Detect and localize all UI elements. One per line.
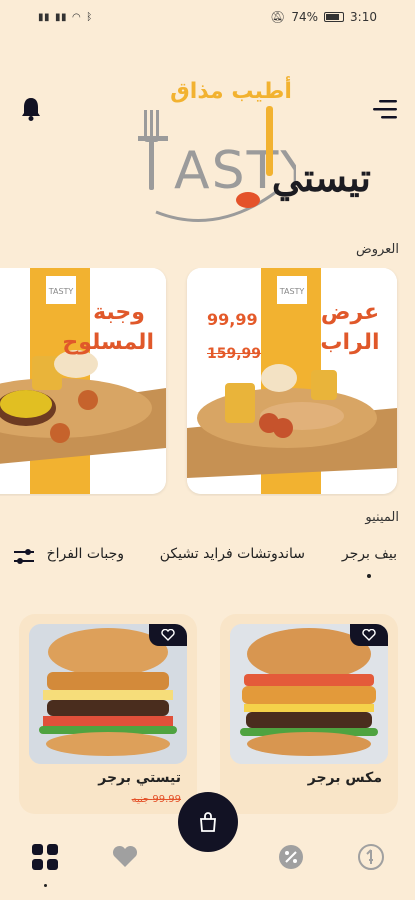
menu-icon[interactable] (373, 98, 399, 120)
favorite-button[interactable] (149, 624, 187, 646)
signal-icon: ▮▮ (38, 11, 51, 23)
product-name: مكس برجر (307, 770, 382, 786)
product-price: 99.99 جنيه (131, 794, 181, 805)
nav-currency[interactable] (356, 842, 386, 872)
offers-section-label: العروض (355, 242, 399, 257)
offer-price: 99,99 (207, 310, 258, 329)
tab-chicken-meals[interactable]: وجبات الفراخ (47, 546, 124, 562)
offer-name: وجبة المسلوح (62, 300, 154, 355)
offer-card[interactable]: TASTY 99 59 وجبة المسلوح (0, 268, 166, 494)
offer-card[interactable]: TASTY 99,99 159,99 عرض الراب (187, 268, 397, 494)
clock: 3:10 (350, 10, 377, 24)
signal-icon-2: ▮▮ (55, 11, 68, 23)
bell-icon[interactable] (19, 96, 43, 122)
nav-offers[interactable] (276, 842, 306, 872)
bottom-nav (0, 792, 415, 900)
svg-text:TASTY: TASTY (48, 287, 74, 296)
menu-section-label: المينيو (365, 510, 399, 525)
category-tabs: بيف برجر ساندوتشات فرايد تشيكن وجبات الف… (0, 540, 415, 580)
bluetooth-icon: ᛒ (86, 11, 93, 23)
cart-button[interactable] (178, 792, 238, 852)
home-grid-icon (32, 844, 58, 870)
battery-icon (324, 12, 345, 22)
mute-icon: 🔕︎ (270, 10, 286, 24)
product-card[interactable]: تيستي برجر 99.99 جنيه (19, 614, 197, 814)
status-bar: ▮▮ ▮▮ ◠ ᛒ 🔕︎ 74% 3:10 (0, 0, 415, 34)
svg-text:أطيب مذاق: أطيب مذاق (170, 75, 292, 104)
discount-icon (279, 845, 303, 869)
product-card[interactable]: مكس برجر (220, 614, 398, 814)
nav-home[interactable] (30, 842, 60, 872)
cart-icon (200, 812, 216, 832)
svg-text:TASTY: TASTY (279, 287, 305, 296)
favorite-button[interactable] (350, 624, 388, 646)
tab-beef-burger[interactable]: بيف برجر (342, 546, 397, 578)
offers-carousel[interactable]: TASTY 99,99 159,99 عرض الراب TASTY 99 (0, 268, 415, 496)
battery-percent: 74% (291, 10, 319, 24)
currency-icon (358, 844, 384, 870)
product-name: تيستي برجر (98, 770, 181, 786)
status-right: 🔕︎ 74% 3:10 (270, 10, 377, 24)
tasty-logo: أطيب مذاق ASTY (138, 75, 296, 222)
tab-fried-chicken-sandwiches[interactable]: ساندوتشات فرايد تشيكن (160, 546, 305, 562)
offer-name: عرض الراب (320, 300, 380, 355)
header: أطيب مذاق ASTY تيستي (0, 60, 415, 230)
nav-favorites[interactable] (110, 842, 140, 872)
status-left-icons: ▮▮ ▮▮ ◠ ᛒ (38, 12, 93, 23)
offer-old-price: 159,99 (207, 346, 262, 362)
brand-title: تيستي (271, 155, 371, 200)
heart-outline-icon (362, 629, 376, 641)
heart-outline-icon (161, 629, 175, 641)
filter-icon[interactable] (14, 548, 34, 566)
wifi-icon: ◠ (72, 11, 82, 23)
heart-icon (112, 845, 138, 867)
nav-active-indicator (44, 884, 47, 887)
